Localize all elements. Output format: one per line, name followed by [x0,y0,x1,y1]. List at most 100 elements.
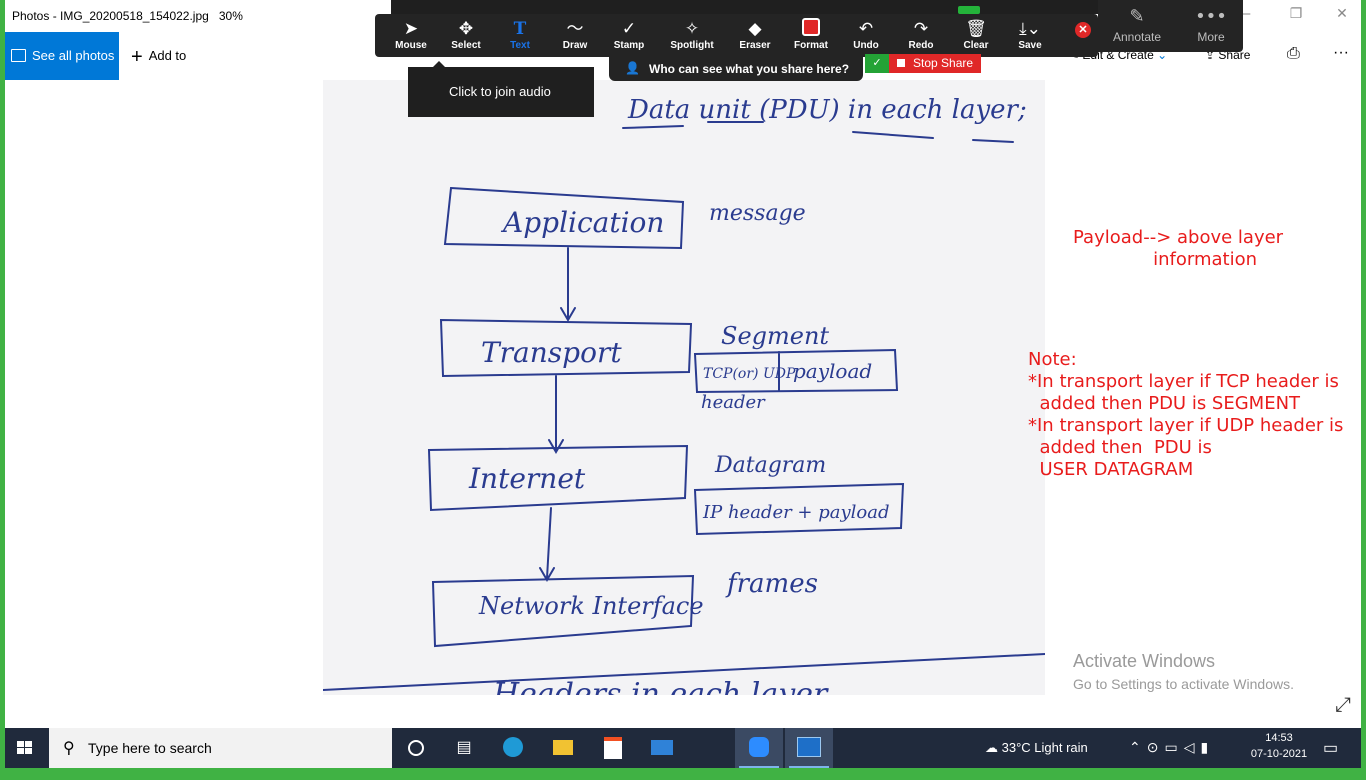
zoom-app[interactable] [735,728,783,768]
layer-transport: Transport [481,336,622,369]
maximize-button[interactable]: ❐ [1273,6,1319,28]
tool-redo[interactable]: ↷ Redo [893,18,949,51]
tool-select[interactable]: ✥ Select [438,18,494,51]
tool-clear[interactable]: 🗑 Clear [948,18,1004,51]
spotlight-icon: ✧ [684,19,700,39]
ip-header-label: IP header + payload [702,502,890,523]
more-dots-icon: ••• [1195,6,1227,27]
pencil-icon: ✎ [1129,6,1145,27]
stop-share-button[interactable]: Stop Share [889,54,981,73]
stamp-icon: ✓ [621,19,637,39]
redo-icon: ↷ [913,19,929,39]
mail-icon [638,737,686,759]
cloud-rain-icon: ☁ [985,740,998,755]
draw-icon: 〜 [566,19,584,39]
layer-application: Application [500,206,664,239]
segment-header-label: TCP(or) UDP [703,366,796,382]
note-tcp: *In transport layer if TCP header is add… [1028,371,1339,414]
format-icon [783,18,839,40]
clock[interactable]: 14:53 07-10-2021 [1249,732,1309,772]
tool-stamp[interactable]: ✓ Stamp [601,18,657,51]
taskbar-search[interactable]: ⚲ Type here to search [49,728,392,768]
annotation-toolbar: ➤ Mouse ✥ Select T Text 〜 Draw ✓ Stamp ✧ Spotl… [375,14,1098,57]
activate-windows-watermark: Activate Windows Go to Settings to activ… [1073,651,1294,692]
windows-taskbar: ⚲ Type here to search ▤ ☁ 33°C Light rai… [5,728,1361,768]
segment-payload-label: payload [793,359,872,383]
plus-icon: + [131,46,143,68]
tool-spotlight[interactable]: ✧ Spotlight [664,18,720,51]
more-options-button[interactable]: ··· [1333,44,1349,62]
heading-text: Data unit (PDU) in each layer; [627,95,1027,125]
save-icon: ⤓⌄ [1019,19,1041,39]
text-icon: T [513,19,527,39]
window-title: Photos - IMG_20200518_154022.jpg 30% [12,9,243,23]
notification-icon[interactable]: ▭ [1323,738,1338,778]
edge-app[interactable] [489,728,537,768]
search-icon: ⚲ [63,738,75,757]
close-button[interactable]: ✕ [1319,6,1361,28]
file-explorer-app[interactable] [539,728,587,768]
pdu-message: message [709,201,806,226]
note-udp: *In transport layer if UDP header is add… [1028,415,1344,480]
annotate-button[interactable]: ✎ Annotate [1106,6,1168,44]
trash-icon: 🗑 [965,19,987,39]
store-icon [589,737,637,759]
photos-app[interactable] [785,728,833,768]
store-app[interactable] [589,728,637,768]
zoom-icon [735,737,783,759]
chevron-up-icon: ⌃ [1129,739,1147,755]
tool-format[interactable]: Format [783,18,839,51]
see-all-photos-button[interactable]: See all photos [5,32,119,80]
cortana-icon [392,737,440,759]
edge-icon [489,737,537,759]
photos-app-window: Photos - IMG_20200518_154022.jpg 30% — ❐… [5,0,1361,728]
undo-icon: ↶ [858,19,874,39]
pdu-frames: frames [725,569,818,599]
tool-text[interactable]: T Text [492,18,548,51]
segment-header-word: header [701,392,766,413]
tool-eraser[interactable]: ◆ Eraser [727,18,783,51]
zoom-level: 30% [218,9,243,23]
more-button[interactable]: ••• More [1180,6,1242,44]
close-annotation-icon[interactable]: ✕ [1075,22,1091,38]
tool-mouse[interactable]: ➤ Mouse [383,18,439,51]
photo-canvas: Data unit (PDU) in each layer; Applicati… [323,80,1045,695]
task-view-icon: ▤ [456,739,472,756]
stop-square-icon [897,59,905,67]
handwritten-notes-image: Data unit (PDU) in each layer; Applicati… [323,95,1045,695]
cortana-button[interactable] [392,728,440,768]
move-icon: ✥ [458,19,474,39]
video-status-icon [958,6,980,14]
join-audio-tooltip: Click to join audio [408,61,594,117]
battery-icon: ▮ [1200,739,1215,755]
add-to-button[interactable]: + Add to [131,46,186,69]
note-title: Note: [1028,349,1077,370]
footer-heading: Headers in each layer [492,677,829,695]
pdu-segment: Segment [721,322,829,350]
fullscreen-icon[interactable]: ⤢ [1335,694,1351,717]
folder-icon [539,737,587,759]
print-icon[interactable]: ⎙ [1287,45,1300,63]
mail-app[interactable] [638,728,686,768]
weather-widget[interactable]: ☁ 33°C Light rain [985,740,1088,780]
task-view-button[interactable]: ▤ [440,728,488,768]
photos-icon [11,49,26,62]
pdu-datagram: Datagram [714,453,826,478]
who-can-see-banner[interactable]: 👤 Who can see what you share here? [609,57,863,81]
network-icon: ▭ [1164,739,1184,755]
mouse-pointer-icon: ➤ [403,19,419,39]
tool-save[interactable]: ⤓⌄ Save [1002,18,1058,51]
system-tray-icons[interactable]: ⌃⊙▭◁▮ [1129,739,1214,779]
photos-app-icon [785,737,833,759]
payload-annotation: Payload--> above layer information [1073,227,1284,270]
layer-internet: Internet [468,462,586,495]
zoom-right-panel: ✎ Annotate ••• More [1098,0,1243,52]
volume-icon: ◁ [1183,739,1201,755]
user-icon: 👤 [625,61,640,75]
layer-network-interface: Network Interface [478,592,704,620]
eraser-icon: ◆ [748,19,762,39]
tool-undo[interactable]: ↶ Undo [838,18,894,51]
tool-draw[interactable]: 〜 Draw [547,18,603,51]
shield-icon[interactable]: ✓ [865,54,889,73]
start-button[interactable] [5,728,49,768]
